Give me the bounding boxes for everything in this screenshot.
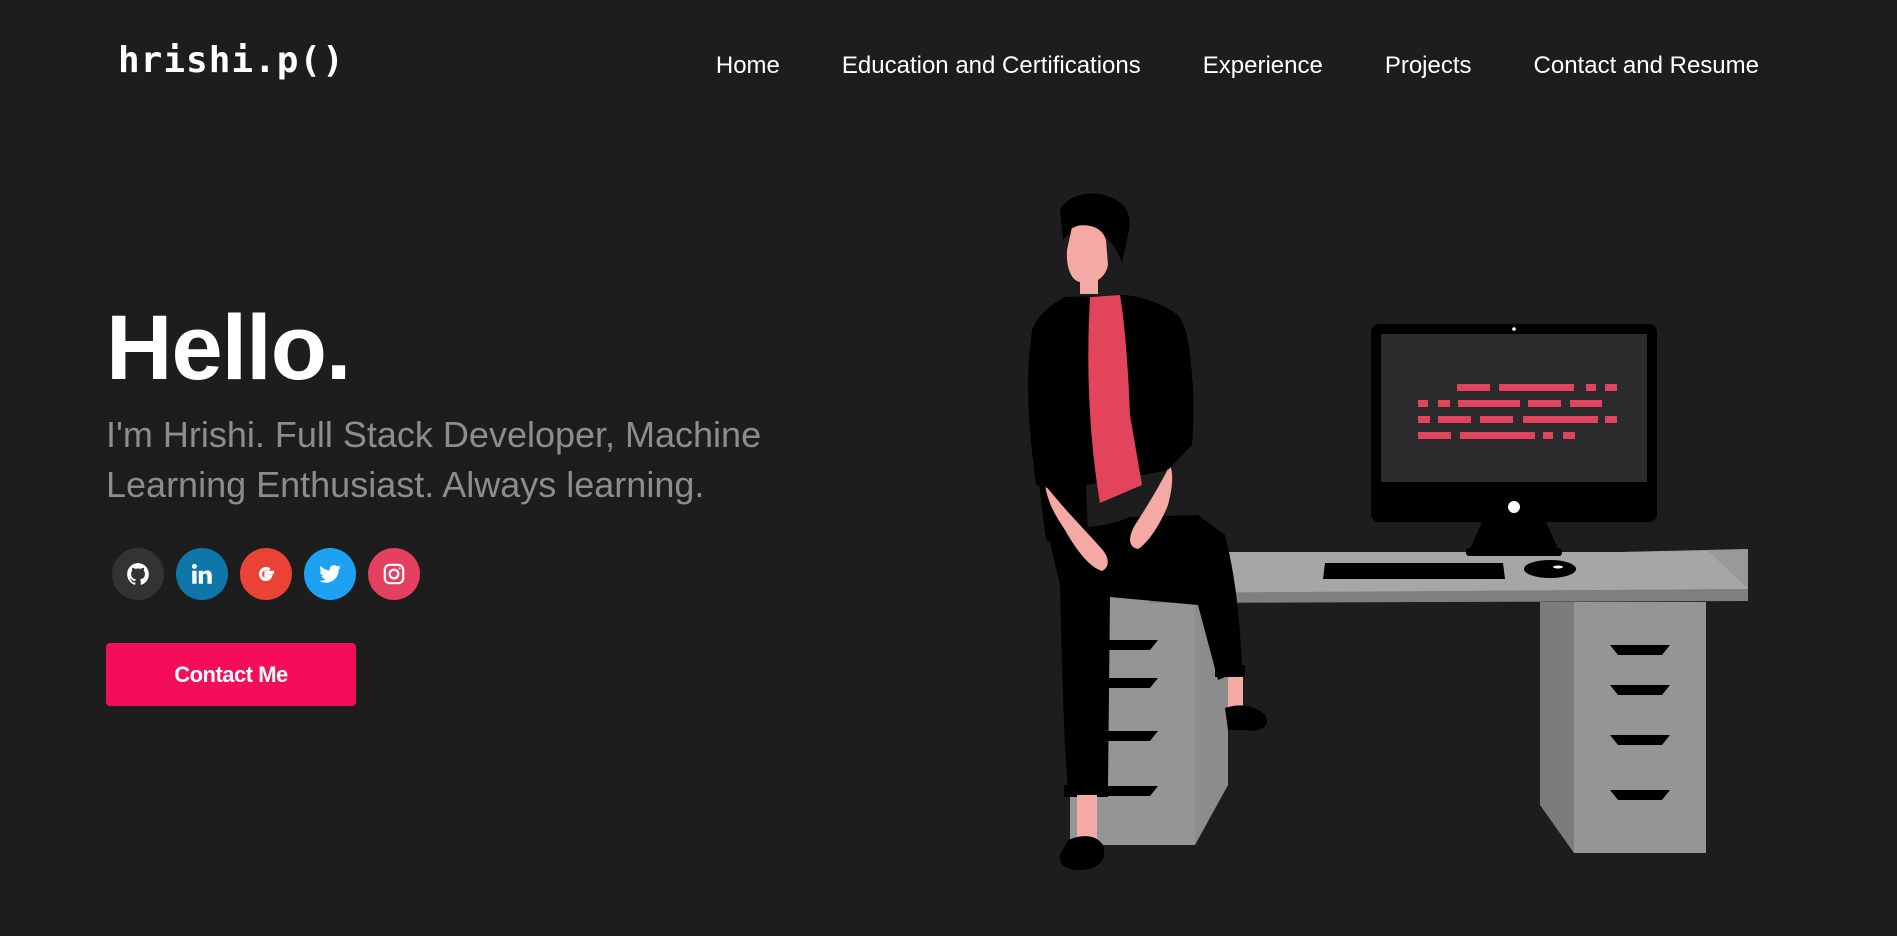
nav-education[interactable]: Education and Certifications (842, 52, 1141, 80)
github-icon (127, 563, 149, 585)
nav-projects[interactable]: Projects (1385, 52, 1472, 80)
nav-experience[interactable]: Experience (1203, 52, 1323, 80)
nav-contact-resume[interactable]: Contact and Resume (1534, 52, 1759, 80)
page: hrishi.p() Home Education and Certificat… (0, 0, 1897, 936)
google-link[interactable] (240, 548, 292, 600)
instagram-icon (383, 563, 405, 585)
monitor (1371, 324, 1657, 556)
mouse (1524, 560, 1576, 578)
site-logo[interactable]: hrishi.p() (118, 40, 345, 81)
google-icon (258, 566, 275, 582)
linkedin-icon (191, 563, 212, 584)
instagram-link[interactable] (368, 548, 420, 600)
desk-right-drawers (1540, 602, 1706, 853)
hero-tagline: I'm Hrishi. Full Stack Developer, Machin… (106, 414, 762, 505)
social-links (112, 548, 420, 600)
main-nav: Home Education and Certifications Experi… (654, 52, 1759, 80)
keyboard (1323, 563, 1505, 579)
twitter-icon (319, 565, 341, 583)
developer-desk-illustration (1028, 193, 1748, 871)
linkedin-link[interactable] (176, 548, 228, 600)
nav-home[interactable]: Home (716, 52, 780, 80)
github-link[interactable] (112, 548, 164, 600)
contact-me-button[interactable]: Contact Me (106, 643, 356, 706)
twitter-link[interactable] (304, 548, 356, 600)
hero-greeting: Hello. (106, 297, 351, 399)
